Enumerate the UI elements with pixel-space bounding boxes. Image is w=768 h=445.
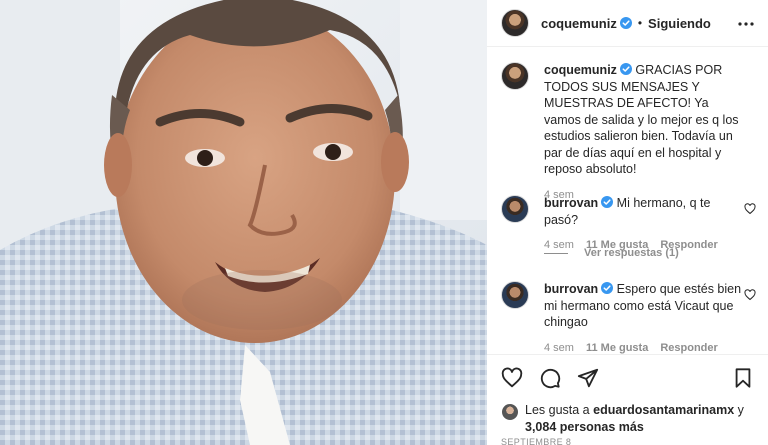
liker-avatar[interactable]	[501, 403, 519, 421]
post-sidebar: coquemuniz • Siguiendo coquemuniz GRACIA…	[487, 0, 768, 445]
heart-icon[interactable]	[501, 367, 523, 389]
like-comment-heart-icon[interactable]	[744, 203, 756, 215]
caption-username[interactable]: coquemuniz	[544, 63, 617, 77]
likes-connector: y	[737, 403, 744, 417]
comment-time[interactable]: 4 sem	[544, 340, 574, 355]
like-comment-heart-icon[interactable]	[744, 289, 756, 301]
comment-item: burrovan Espero que estés bien mi herman…	[501, 281, 756, 354]
commenter-avatar[interactable]	[501, 195, 529, 223]
post-header: coquemuniz • Siguiendo	[487, 0, 768, 47]
comment-likes[interactable]: 11 Me gusta	[586, 340, 648, 355]
selfie-image	[0, 0, 487, 445]
comment-username[interactable]: burrovan	[544, 282, 598, 296]
likes-summary: Les gusta a eduardosantamarinamx y 3,084…	[501, 402, 756, 436]
commenter-avatar[interactable]	[501, 281, 529, 309]
replies-divider	[544, 252, 568, 254]
comment-username[interactable]: burrovan	[544, 196, 598, 210]
post-photo[interactable]	[0, 0, 487, 445]
paper-plane-icon[interactable]	[577, 367, 599, 389]
liker-username[interactable]: eduardosantamarinamx	[593, 403, 734, 417]
verified-badge-icon	[619, 63, 632, 75]
view-replies-button[interactable]: Ver respuestas (1)	[544, 247, 679, 259]
bookmark-icon[interactable]	[732, 367, 754, 389]
verified-badge-icon	[601, 196, 614, 208]
caption-avatar[interactable]	[501, 62, 529, 90]
comment-bubble-icon[interactable]	[539, 367, 561, 389]
author-username[interactable]: coquemuniz	[541, 16, 617, 31]
caption-text: GRACIAS POR TODOS SUS MENSAJES Y MUESTRA…	[544, 63, 739, 176]
caption: coquemuniz GRACIAS POR TODOS SUS MENSAJE…	[501, 62, 756, 201]
following-button[interactable]: Siguiendo	[648, 16, 711, 31]
likes-prefix: Les gusta a	[525, 403, 590, 417]
reply-button[interactable]: Responder	[660, 340, 717, 355]
comments-list[interactable]: coquemuniz GRACIAS POR TODOS SUS MENSAJE…	[487, 48, 768, 354]
post-date[interactable]: SEPTIEMBRE 8	[501, 437, 571, 445]
verified-badge-icon	[601, 282, 614, 294]
likes-others[interactable]: 3,084 personas más	[525, 420, 644, 434]
view-replies-label: Ver respuestas (1)	[584, 247, 679, 259]
verified-badge-icon	[619, 17, 632, 29]
post-actions: Les gusta a eduardosantamarinamx y 3,084…	[487, 354, 768, 445]
more-horizontal-icon	[738, 22, 754, 26]
author-avatar[interactable]	[501, 9, 529, 37]
more-options-button[interactable]	[736, 14, 756, 34]
header-separator: •	[637, 16, 643, 30]
comment-item: burrovan Mi hermano, q te pasó? 4 sem 11…	[501, 195, 756, 251]
